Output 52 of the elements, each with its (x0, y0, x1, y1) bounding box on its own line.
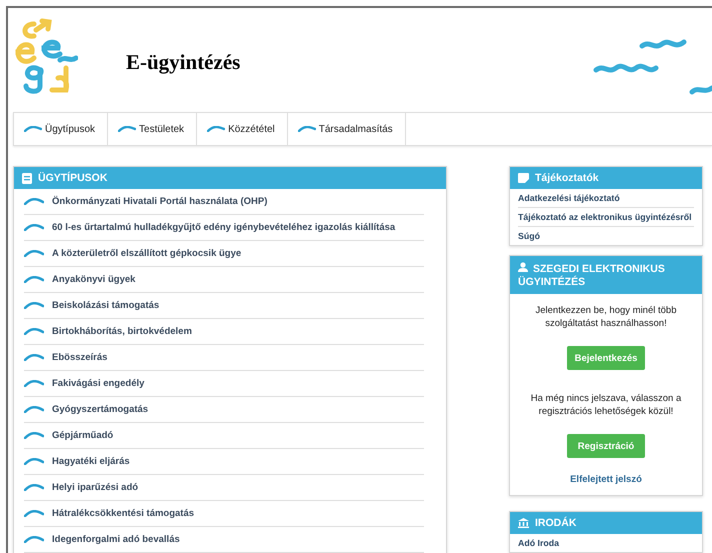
wave-icon (24, 380, 44, 387)
login-prompt: Jelentkezzen be, hogy minél több szolgáltatást használhasson! (534, 304, 678, 330)
panel-title: Tájékoztatók (535, 172, 599, 184)
panel-title: ÜGYTÍPUSOK (38, 172, 108, 184)
wave-icon (24, 432, 44, 439)
case-type-link[interactable]: Gyógyszertámogatás (52, 404, 148, 415)
case-type-link[interactable]: Hagyatéki eljárás (52, 456, 130, 467)
nav-tab[interactable]: Közzététel (197, 113, 288, 145)
wave-icon (24, 302, 44, 309)
panel-title: IRODÁK (535, 517, 576, 529)
case-type-link[interactable]: 60 l-es űrtartalmú hulladékgyűjtő edény igénybevételéhez igazolás kiállítása (52, 222, 396, 233)
case-type-link[interactable]: Önkormányzati Hivatali Portál használata (OHP) (52, 196, 268, 207)
wave-icon (24, 276, 44, 283)
case-type-link[interactable]: Anyakönyvi ügyek (52, 274, 136, 285)
user-icon (518, 262, 528, 272)
wave-icon (24, 536, 44, 543)
office-link[interactable]: Adó Iroda (518, 534, 694, 552)
case-type-link[interactable]: Gépjárműadó (52, 430, 114, 441)
case-type-link[interactable]: Birtokháborítás, birtokvédelem (52, 326, 192, 337)
register-prompt: Ha még nincs jelszava, válasszon a regisztrációs lehetőségek közül! (530, 392, 682, 418)
wave-icon (24, 458, 44, 465)
wave-icon (24, 250, 44, 257)
nav-tab[interactable]: Ügytípusok (14, 113, 108, 145)
wave-icon (24, 198, 44, 205)
wave-icon (24, 510, 44, 517)
case-type-link[interactable]: A közterületről elszállított gépkocsik ügye (52, 248, 242, 259)
wave-icon (24, 126, 42, 132)
info-link[interactable]: Adatkezelési tájékoztató (518, 189, 694, 208)
site-title: E-ügyintézés (126, 50, 240, 75)
nav-tab[interactable]: Társadalmasítás (288, 113, 406, 145)
wave-icon (24, 354, 44, 361)
bank-icon (518, 518, 529, 528)
wave-icon (118, 126, 136, 132)
nav-tab[interactable]: Testületek (108, 113, 198, 145)
wave-icon (24, 484, 44, 491)
info-link[interactable]: Súgó (518, 227, 694, 245)
note-icon (518, 173, 529, 183)
case-type-link[interactable]: Hátralékcsökkentési támogatás (52, 508, 194, 519)
wave-icon (24, 328, 44, 335)
case-type-link[interactable]: Fakivágási engedély (52, 378, 144, 389)
wave-icon (24, 406, 44, 413)
wave-icon (207, 126, 226, 132)
info-link[interactable]: Tájékoztató az elektronikus ügyintézésről (518, 208, 694, 227)
case-type-link[interactable]: Helyi iparűzési adó (52, 482, 138, 493)
list-icon (22, 172, 32, 184)
case-type-link[interactable]: Beiskolázási támogatás (52, 300, 160, 311)
panel-title: SZEGEDI ELEKTRONIKUS ÜGYINTÉZÉS (518, 262, 666, 288)
wave-icon (298, 126, 316, 132)
case-type-link[interactable]: Ebösszeírás (52, 352, 108, 363)
case-type-link[interactable]: Idegenforgalmi adó bevallás (52, 534, 180, 545)
wave-icon (24, 224, 44, 231)
forgot-password-link[interactable]: Elfelejtett jelszó (570, 474, 642, 485)
